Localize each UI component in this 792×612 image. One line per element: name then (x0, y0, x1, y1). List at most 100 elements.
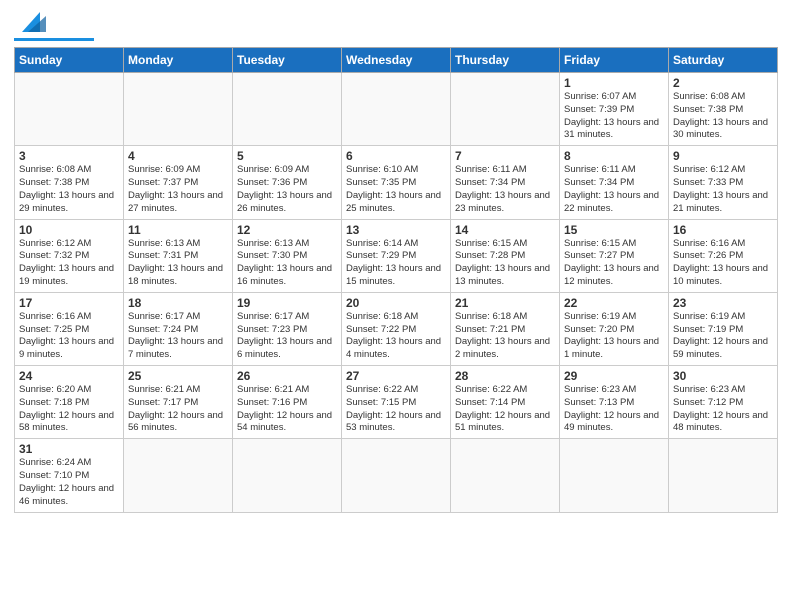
day-info: Sunrise: 6:10 AM Sunset: 7:35 PM Dayligh… (346, 164, 446, 215)
calendar-cell (233, 73, 342, 146)
calendar-week-4: 17Sunrise: 6:16 AM Sunset: 7:25 PM Dayli… (15, 292, 778, 365)
day-info: Sunrise: 6:19 AM Sunset: 7:19 PM Dayligh… (673, 311, 773, 362)
day-info: Sunrise: 6:19 AM Sunset: 7:20 PM Dayligh… (564, 311, 664, 362)
calendar-week-2: 3Sunrise: 6:08 AM Sunset: 7:38 PM Daylig… (15, 146, 778, 219)
day-number: 27 (346, 369, 446, 383)
day-info: Sunrise: 6:12 AM Sunset: 7:33 PM Dayligh… (673, 164, 773, 215)
calendar-cell: 26Sunrise: 6:21 AM Sunset: 7:16 PM Dayli… (233, 366, 342, 439)
logo (14, 10, 94, 41)
calendar-cell: 9Sunrise: 6:12 AM Sunset: 7:33 PM Daylig… (669, 146, 778, 219)
day-info: Sunrise: 6:17 AM Sunset: 7:23 PM Dayligh… (237, 311, 337, 362)
calendar-cell (233, 439, 342, 512)
calendar-cell: 16Sunrise: 6:16 AM Sunset: 7:26 PM Dayli… (669, 219, 778, 292)
day-info: Sunrise: 6:17 AM Sunset: 7:24 PM Dayligh… (128, 311, 228, 362)
weekday-thursday: Thursday (451, 48, 560, 73)
calendar-cell: 4Sunrise: 6:09 AM Sunset: 7:37 PM Daylig… (124, 146, 233, 219)
day-info: Sunrise: 6:24 AM Sunset: 7:10 PM Dayligh… (19, 457, 119, 508)
day-number: 9 (673, 149, 773, 163)
calendar-cell (451, 439, 560, 512)
day-info: Sunrise: 6:13 AM Sunset: 7:31 PM Dayligh… (128, 238, 228, 289)
calendar-cell: 6Sunrise: 6:10 AM Sunset: 7:35 PM Daylig… (342, 146, 451, 219)
day-info: Sunrise: 6:23 AM Sunset: 7:12 PM Dayligh… (673, 384, 773, 435)
day-info: Sunrise: 6:22 AM Sunset: 7:14 PM Dayligh… (455, 384, 555, 435)
day-info: Sunrise: 6:11 AM Sunset: 7:34 PM Dayligh… (564, 164, 664, 215)
header (14, 10, 778, 41)
calendar-cell: 1Sunrise: 6:07 AM Sunset: 7:39 PM Daylig… (560, 73, 669, 146)
day-number: 7 (455, 149, 555, 163)
day-info: Sunrise: 6:12 AM Sunset: 7:32 PM Dayligh… (19, 238, 119, 289)
calendar-cell: 8Sunrise: 6:11 AM Sunset: 7:34 PM Daylig… (560, 146, 669, 219)
calendar-header: SundayMondayTuesdayWednesdayThursdayFrid… (15, 48, 778, 73)
day-number: 5 (237, 149, 337, 163)
calendar-cell: 11Sunrise: 6:13 AM Sunset: 7:31 PM Dayli… (124, 219, 233, 292)
weekday-monday: Monday (124, 48, 233, 73)
day-number: 13 (346, 223, 446, 237)
day-info: Sunrise: 6:09 AM Sunset: 7:36 PM Dayligh… (237, 164, 337, 215)
day-number: 23 (673, 296, 773, 310)
calendar-cell: 13Sunrise: 6:14 AM Sunset: 7:29 PM Dayli… (342, 219, 451, 292)
day-number: 6 (346, 149, 446, 163)
calendar-cell: 5Sunrise: 6:09 AM Sunset: 7:36 PM Daylig… (233, 146, 342, 219)
calendar-cell: 31Sunrise: 6:24 AM Sunset: 7:10 PM Dayli… (15, 439, 124, 512)
day-info: Sunrise: 6:16 AM Sunset: 7:26 PM Dayligh… (673, 238, 773, 289)
day-info: Sunrise: 6:20 AM Sunset: 7:18 PM Dayligh… (19, 384, 119, 435)
day-number: 21 (455, 296, 555, 310)
day-number: 30 (673, 369, 773, 383)
day-number: 14 (455, 223, 555, 237)
calendar-cell: 3Sunrise: 6:08 AM Sunset: 7:38 PM Daylig… (15, 146, 124, 219)
day-number: 17 (19, 296, 119, 310)
day-number: 28 (455, 369, 555, 383)
day-number: 25 (128, 369, 228, 383)
calendar-week-6: 31Sunrise: 6:24 AM Sunset: 7:10 PM Dayli… (15, 439, 778, 512)
calendar-cell: 15Sunrise: 6:15 AM Sunset: 7:27 PM Dayli… (560, 219, 669, 292)
day-info: Sunrise: 6:14 AM Sunset: 7:29 PM Dayligh… (346, 238, 446, 289)
day-info: Sunrise: 6:08 AM Sunset: 7:38 PM Dayligh… (673, 91, 773, 142)
calendar-week-5: 24Sunrise: 6:20 AM Sunset: 7:18 PM Dayli… (15, 366, 778, 439)
calendar-cell: 19Sunrise: 6:17 AM Sunset: 7:23 PM Dayli… (233, 292, 342, 365)
calendar-cell: 12Sunrise: 6:13 AM Sunset: 7:30 PM Dayli… (233, 219, 342, 292)
calendar-cell: 25Sunrise: 6:21 AM Sunset: 7:17 PM Dayli… (124, 366, 233, 439)
day-number: 1 (564, 76, 664, 90)
day-number: 20 (346, 296, 446, 310)
calendar-cell: 29Sunrise: 6:23 AM Sunset: 7:13 PM Dayli… (560, 366, 669, 439)
calendar-cell: 30Sunrise: 6:23 AM Sunset: 7:12 PM Dayli… (669, 366, 778, 439)
calendar-cell: 17Sunrise: 6:16 AM Sunset: 7:25 PM Dayli… (15, 292, 124, 365)
weekday-saturday: Saturday (669, 48, 778, 73)
day-info: Sunrise: 6:16 AM Sunset: 7:25 PM Dayligh… (19, 311, 119, 362)
calendar-body: 1Sunrise: 6:07 AM Sunset: 7:39 PM Daylig… (15, 73, 778, 513)
calendar-cell: 23Sunrise: 6:19 AM Sunset: 7:19 PM Dayli… (669, 292, 778, 365)
calendar-cell: 27Sunrise: 6:22 AM Sunset: 7:15 PM Dayli… (342, 366, 451, 439)
calendar-cell: 21Sunrise: 6:18 AM Sunset: 7:21 PM Dayli… (451, 292, 560, 365)
calendar-week-1: 1Sunrise: 6:07 AM Sunset: 7:39 PM Daylig… (15, 73, 778, 146)
day-info: Sunrise: 6:13 AM Sunset: 7:30 PM Dayligh… (237, 238, 337, 289)
day-number: 31 (19, 442, 119, 456)
day-info: Sunrise: 6:21 AM Sunset: 7:16 PM Dayligh… (237, 384, 337, 435)
day-number: 15 (564, 223, 664, 237)
day-number: 22 (564, 296, 664, 310)
day-info: Sunrise: 6:07 AM Sunset: 7:39 PM Dayligh… (564, 91, 664, 142)
day-number: 18 (128, 296, 228, 310)
day-number: 29 (564, 369, 664, 383)
day-info: Sunrise: 6:18 AM Sunset: 7:22 PM Dayligh… (346, 311, 446, 362)
calendar-cell (342, 439, 451, 512)
day-info: Sunrise: 6:23 AM Sunset: 7:13 PM Dayligh… (564, 384, 664, 435)
weekday-header-row: SundayMondayTuesdayWednesdayThursdayFrid… (15, 48, 778, 73)
calendar-cell: 20Sunrise: 6:18 AM Sunset: 7:22 PM Dayli… (342, 292, 451, 365)
day-number: 11 (128, 223, 228, 237)
day-number: 8 (564, 149, 664, 163)
calendar-cell (451, 73, 560, 146)
logo-underline (14, 38, 94, 41)
calendar-cell: 10Sunrise: 6:12 AM Sunset: 7:32 PM Dayli… (15, 219, 124, 292)
weekday-tuesday: Tuesday (233, 48, 342, 73)
day-info: Sunrise: 6:09 AM Sunset: 7:37 PM Dayligh… (128, 164, 228, 215)
weekday-sunday: Sunday (15, 48, 124, 73)
calendar-cell (560, 439, 669, 512)
calendar-cell: 28Sunrise: 6:22 AM Sunset: 7:14 PM Dayli… (451, 366, 560, 439)
calendar-cell (669, 439, 778, 512)
calendar: SundayMondayTuesdayWednesdayThursdayFrid… (14, 47, 778, 513)
calendar-week-3: 10Sunrise: 6:12 AM Sunset: 7:32 PM Dayli… (15, 219, 778, 292)
day-info: Sunrise: 6:21 AM Sunset: 7:17 PM Dayligh… (128, 384, 228, 435)
page: SundayMondayTuesdayWednesdayThursdayFrid… (0, 0, 792, 523)
day-info: Sunrise: 6:08 AM Sunset: 7:38 PM Dayligh… (19, 164, 119, 215)
weekday-friday: Friday (560, 48, 669, 73)
